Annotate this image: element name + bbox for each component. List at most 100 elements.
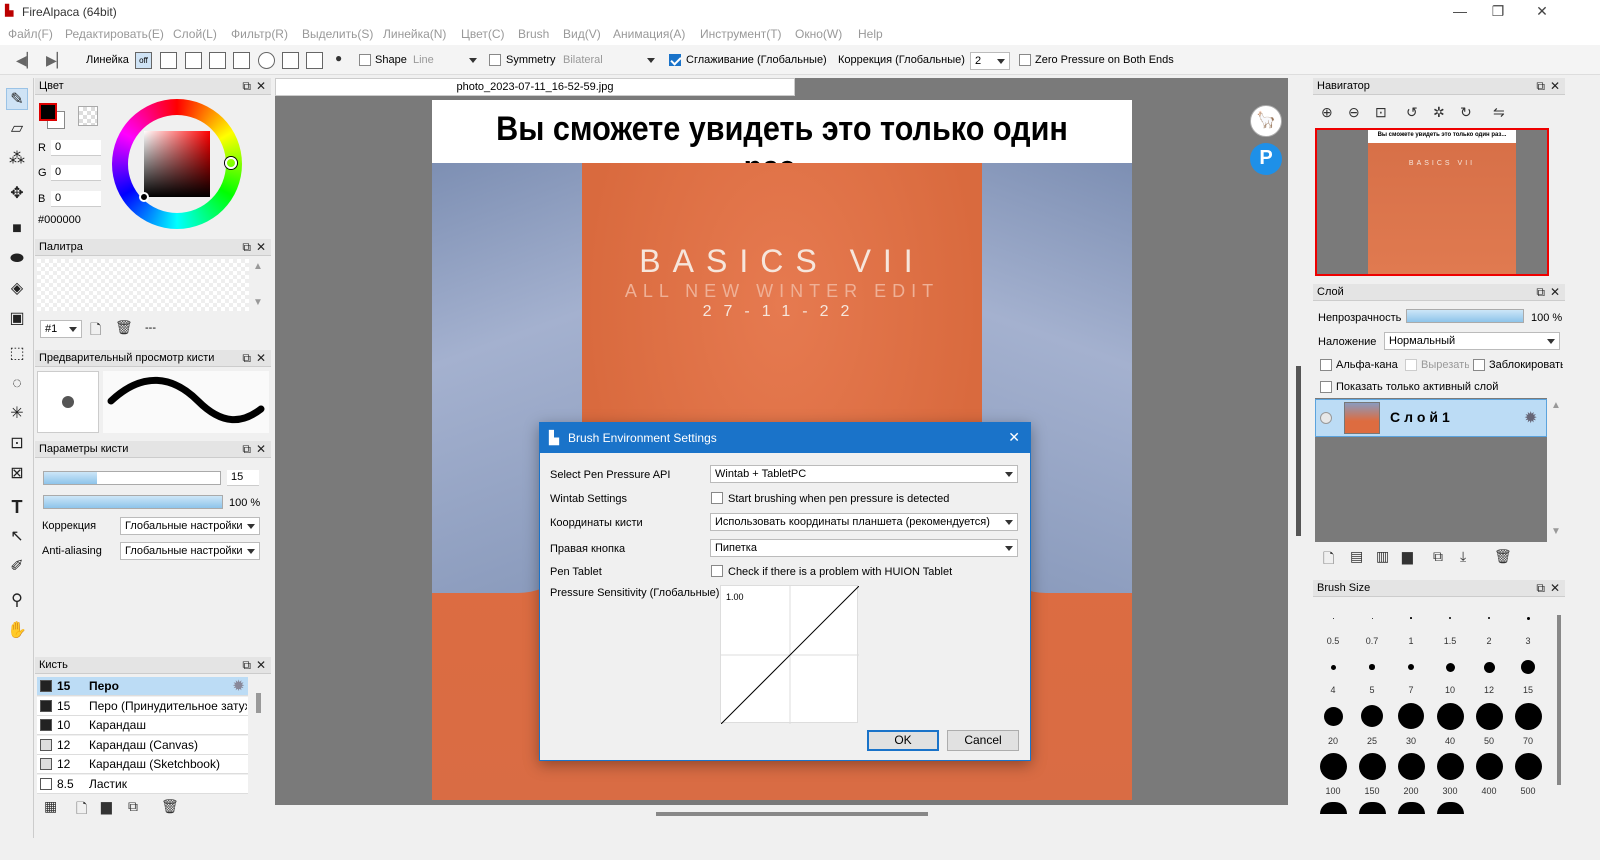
frame-divider-tool-icon[interactable]: ↖ [6,526,28,548]
transparent-swatch[interactable] [78,106,98,126]
brush-size-swatch[interactable] [1371,617,1373,619]
rotate-right-icon[interactable]: ↻ [1460,104,1472,121]
brush-size-swatch[interactable] [1398,703,1424,729]
scroll-down-icon[interactable]: ▼ [253,297,263,308]
brush-size-swatch[interactable] [1369,664,1375,670]
rotate-left-icon[interactable]: ↺ [1406,104,1418,121]
close-icon[interactable]: ✕ [1550,79,1560,93]
brush-list-item[interactable]: 15 Перо (Принудительное затухание) [37,696,248,716]
hue-handle[interactable] [225,157,237,169]
correction-select[interactable]: 2 [970,52,1010,70]
brush-list-item[interactable]: 12 Карандаш (Canvas) [37,735,248,755]
ruler-cross-icon[interactable] [209,52,226,69]
layer-row[interactable]: Слой1 ✹ [1315,399,1547,437]
merge-down-icon[interactable]: ⤓ [1460,548,1466,565]
menu-edit[interactable]: Редактировать(E) [65,27,164,41]
canvas-vscrollbar[interactable] [1296,366,1301,536]
magic-wand-tool-icon[interactable]: ✳ [6,403,28,425]
scroll-down-icon[interactable]: ▼ [1551,526,1561,537]
ok-button[interactable]: OK [867,730,939,751]
menu-file[interactable]: Файл(F) [8,27,53,41]
lock-checkbox[interactable] [1473,359,1485,371]
brush-size-swatch[interactable] [1521,660,1535,674]
new-1bit-layer-icon[interactable]: ▥ [1376,548,1389,565]
close-icon[interactable]: ✕ [256,442,266,456]
brush-size-swatch[interactable] [1330,664,1336,670]
brush-list-item[interactable]: 12 Карандаш (Sketchbook) [37,755,248,775]
brush-size-swatch[interactable] [1514,702,1542,730]
brush-size-swatch[interactable] [1323,706,1343,726]
maximize-button[interactable]: ❐ [1487,3,1509,19]
ruler-grid-icon[interactable] [185,52,202,69]
brush-size-scrollbar[interactable] [1557,615,1561,785]
brush-size-swatch[interactable] [1526,616,1530,620]
foreground-color-swatch[interactable] [39,103,57,121]
brush-size-swatch[interactable] [1514,752,1542,780]
zoom-out-icon[interactable]: ⊖ [1348,104,1360,121]
eraser-tool-icon[interactable]: ▱ [6,118,28,140]
pen-tool-icon[interactable]: ✐ [6,556,28,578]
brush-size-swatch[interactable] [1483,661,1495,673]
brush-size-swatch[interactable] [1319,752,1347,780]
duplicate-layer-icon[interactable]: ⧉ [1433,548,1443,565]
g-field[interactable]: 0 [51,165,101,181]
delete-brush-icon[interactable]: 🗑 [161,798,179,815]
menu-view[interactable]: Вид(V) [563,27,601,41]
brush-list-item[interactable]: 8.5 Ластик [37,775,248,794]
gradient-tool-icon[interactable]: ▣ [6,308,28,330]
new-folder-icon[interactable]: ▆ [1402,548,1413,565]
new-8bit-layer-icon[interactable]: ▤ [1350,548,1363,565]
symmetry-select[interactable]: Bilateral [559,52,659,70]
ruler-concentric-icon[interactable] [258,52,275,69]
eyedropper-tool-icon[interactable]: ⚲ [6,590,28,612]
brush-size-swatch[interactable] [1449,617,1451,619]
brush-size-swatch[interactable] [1361,705,1383,727]
bucket-tool-icon[interactable]: ◈ [6,278,28,300]
ruler-curve-icon[interactable] [282,52,299,69]
coords-select[interactable]: Использовать координаты планшета (рекоме… [710,513,1018,531]
brush-size-swatch[interactable] [1358,752,1386,780]
new-brush-icon[interactable]: 🗋 [76,798,87,822]
zoom-fit-icon[interactable]: ⊡ [1375,104,1387,121]
menu-help[interactable]: Help [858,27,883,41]
folder-brush-icon[interactable]: ▆ [101,798,112,815]
brush-size-swatch[interactable] [1445,662,1455,672]
b-field[interactable]: 0 [51,191,101,207]
select-rect-tool-icon[interactable]: ⬚ [6,343,28,365]
delete-layer-icon[interactable]: 🗑 [1494,548,1512,565]
clip-checkbox[interactable] [1405,359,1417,371]
sv-handle[interactable] [139,192,149,202]
close-icon[interactable]: ✕ [256,658,266,672]
palette-swatches[interactable] [37,259,249,311]
float-icon[interactable]: ⧉ [1536,79,1545,94]
eye-icon[interactable] [1320,412,1332,424]
pixiv-icon[interactable]: P [1250,143,1282,175]
zero-pressure-checkbox[interactable] [1019,54,1031,66]
right-button-select[interactable]: Пипетка [710,539,1018,557]
duplicate-brush-icon[interactable]: ⧉ [128,798,138,815]
navigator-thumbnail[interactable]: Вы сможете увидеть это только один раз..… [1315,128,1549,276]
hand-tool-icon[interactable]: ✋ [6,620,28,642]
r-field[interactable]: 0 [51,140,101,156]
brush-size-swatch[interactable] [1436,702,1464,730]
brush-size-swatch[interactable] [1475,702,1503,730]
close-icon[interactable]: ✕ [1550,581,1560,595]
scroll-up-icon[interactable]: ▲ [253,261,263,272]
select-pen-tool-icon[interactable]: ⊡ [6,433,28,455]
float-icon[interactable]: ⧉ [242,240,251,255]
brush-settings-icon[interactable]: ▦ [44,798,57,815]
ruler-perspective-icon[interactable] [233,52,250,69]
new-palette-icon[interactable]: 🗋 [90,319,101,343]
select-eraser-tool-icon[interactable]: ⊠ [6,463,28,485]
symmetry-checkbox[interactable] [489,54,501,66]
text-tool-icon[interactable]: T [6,496,28,518]
menu-brush[interactable]: Brush [518,27,549,41]
float-icon[interactable]: ⧉ [1536,581,1545,596]
shape-select[interactable]: Line [409,52,481,70]
zoom-in-icon[interactable]: ⊕ [1321,104,1333,121]
brush-size-swatch[interactable] [1436,752,1464,780]
shape-checkbox[interactable] [359,54,371,66]
menu-select[interactable]: Выделить(S) [302,27,373,41]
new-layer-icon[interactable]: 🗋 [1323,548,1334,572]
hue-ring[interactable] [112,99,242,229]
